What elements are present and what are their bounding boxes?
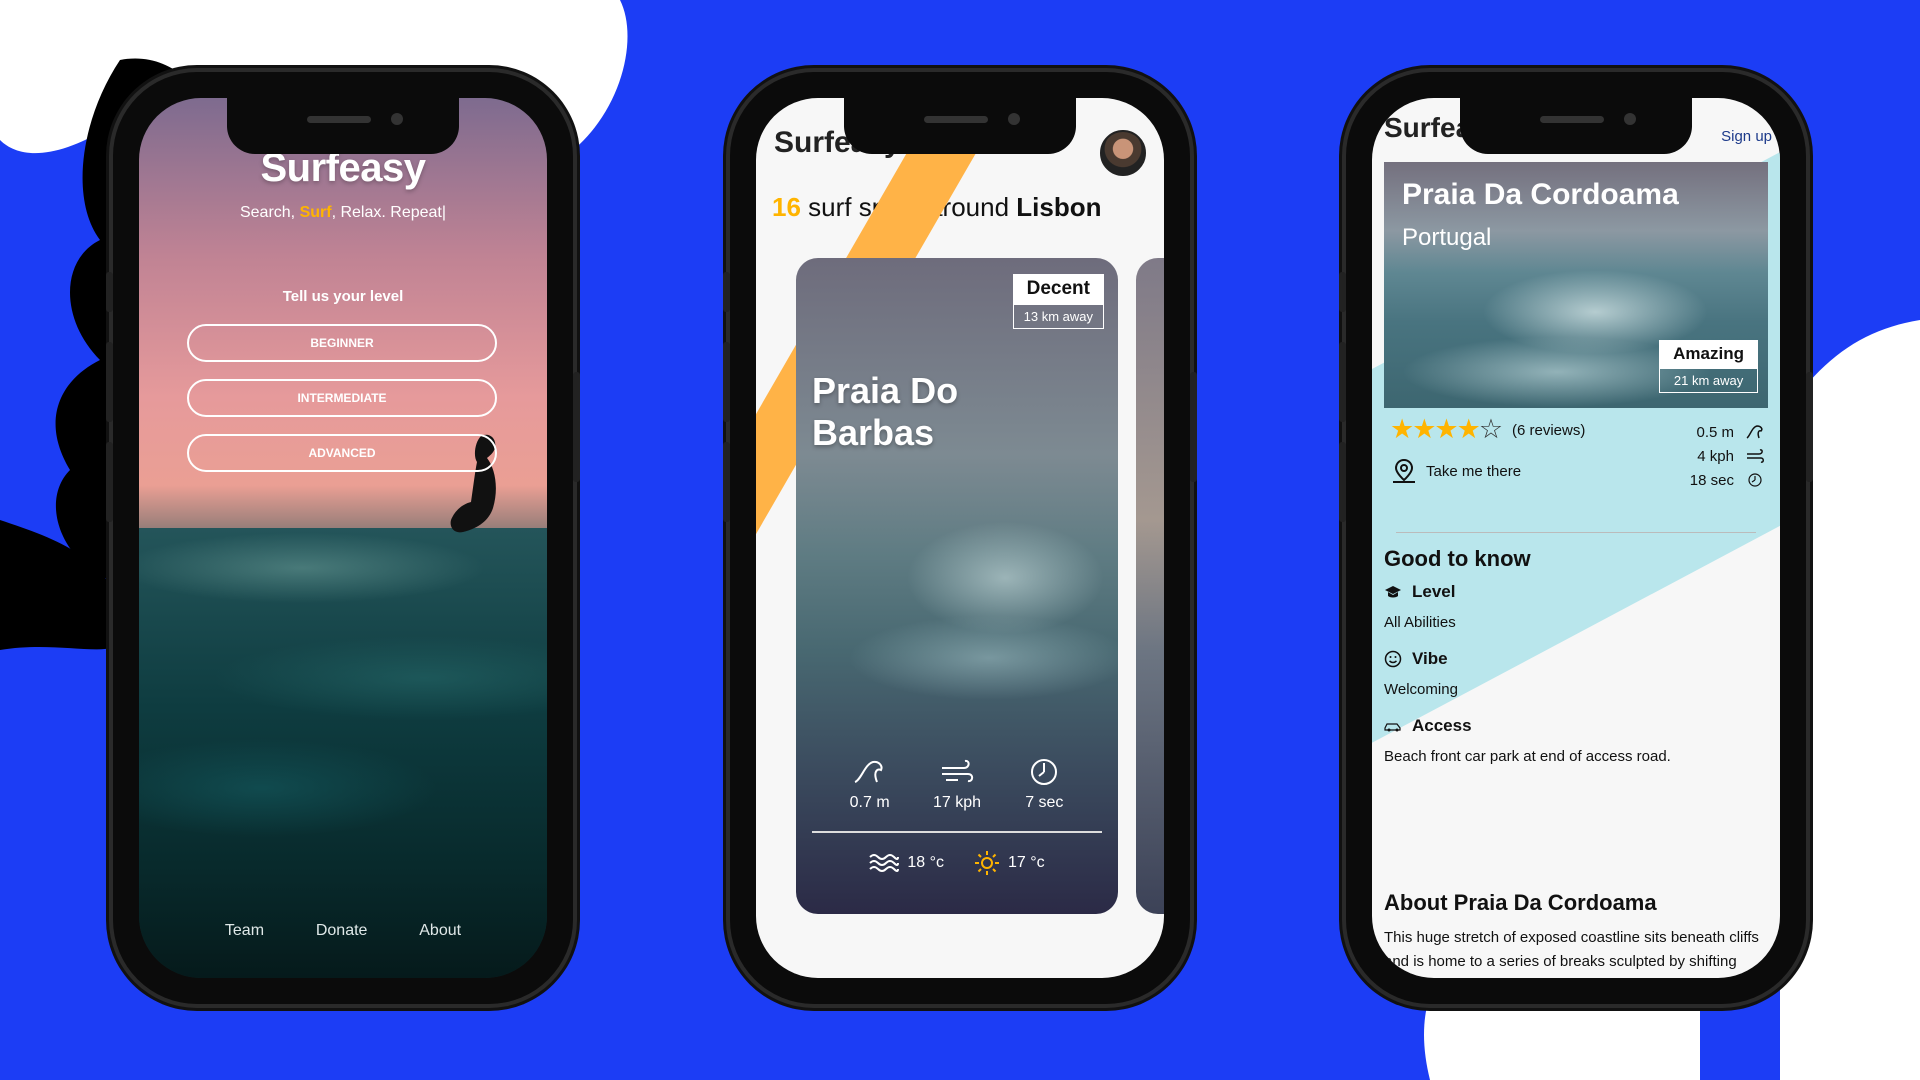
team-link[interactable]: Team: [225, 922, 264, 940]
reviews-count[interactable]: (6 reviews): [1512, 422, 1585, 439]
spot-name: Praia Da Cordoama: [1402, 178, 1679, 211]
water-icon: [869, 854, 900, 872]
tagline-end: , Relax. Repeat|: [331, 204, 447, 221]
distance-label: 21 km away: [1659, 368, 1758, 393]
tagline-start: Search,: [239, 204, 296, 221]
water-temp-value: 18 °c: [907, 854, 944, 871]
surf-metrics: 0.7 m 17 kph 7 sec: [796, 758, 1118, 812]
sun-icon: [975, 851, 999, 875]
spot-list-screen: Surfeasy 16 surf spots around Lisbon Dec…: [756, 98, 1164, 978]
directions-link[interactable]: Take me there: [1392, 458, 1521, 484]
distance-label: 13 km away: [1012, 304, 1104, 329]
wind-metric: 17 kph: [922, 758, 992, 812]
about-heading: About Praia Da Cordoama: [1384, 890, 1657, 915]
level-prompt: Tell us your level: [282, 288, 404, 305]
period-metric: 7 sec: [1009, 758, 1079, 812]
quality-label: Amazing: [1659, 340, 1758, 368]
wave-height-value: 0.7 m: [849, 794, 890, 811]
period-value: 7 sec: [1025, 794, 1064, 811]
tagline: Search, Surf, Relax. Repeat|: [139, 204, 547, 222]
avatar[interactable]: [1100, 130, 1146, 176]
level-row: Level: [1384, 582, 1768, 602]
car-icon: [1384, 723, 1401, 732]
quality-label: Decent: [1012, 274, 1104, 304]
directions-label[interactable]: Take me there: [1426, 463, 1521, 480]
quality-badge: Amazing 21 km away: [1659, 340, 1758, 393]
period-row: 18 sec: [1690, 468, 1764, 492]
wave-height-metric: 0.7 m: [835, 758, 905, 812]
air-temp: 17 °c: [974, 850, 1045, 876]
spot-count: 16: [772, 192, 801, 222]
access-label: Access: [1412, 716, 1472, 735]
intermediate-button[interactable]: INTERMEDIATE: [187, 379, 497, 417]
vibe-row: Vibe: [1384, 649, 1768, 669]
access-row: Access: [1384, 716, 1768, 736]
wind-row: 4 kph: [1690, 444, 1764, 468]
spot-name-line2: Barbas: [812, 412, 935, 453]
section-divider: [1396, 532, 1756, 533]
wave-height-row: 0.5 m: [1690, 420, 1764, 444]
wind-icon: [1747, 449, 1764, 463]
advanced-button[interactable]: ADVANCED: [187, 434, 497, 472]
phone-onboarding: Surfeasy Search, Surf, Relax. Repeat| Te…: [106, 72, 580, 1004]
wave-icon: [1746, 425, 1763, 439]
vibe-label: Vibe: [1412, 649, 1448, 668]
about-section: About Praia Da Cordoama This huge stretc…: [1384, 890, 1768, 978]
next-spot-card[interactable]: [1136, 258, 1164, 914]
location-pin-icon: [1393, 458, 1415, 483]
footer-nav: Team Donate About: [139, 922, 547, 940]
quality-badge: Decent 13 km away: [1012, 274, 1104, 329]
clock-icon: [1031, 759, 1058, 785]
water-temp: 18 °c: [869, 850, 944, 876]
spot-country: Portugal: [1402, 224, 1492, 251]
temperature-row: 18 °c 17 °c: [796, 850, 1118, 876]
onboarding-screen: Surfeasy Search, Surf, Relax. Repeat| Te…: [139, 98, 547, 978]
wind-value: 4 kph: [1697, 447, 1734, 465]
wave-height-value: 0.5 m: [1696, 423, 1734, 441]
conditions: 0.5 m 4 kph 18 sec: [1690, 420, 1764, 492]
about-text: This huge stretch of exposed coastline s…: [1384, 929, 1759, 978]
about-link[interactable]: About: [419, 922, 461, 940]
wind-value: 17 kph: [932, 794, 981, 811]
spot-name-line1: Praia Do: [812, 370, 959, 411]
phone-spot-detail: Surfeasy Sign up Praia Da Cordoama Portu…: [1339, 72, 1813, 1004]
spot-name: Praia Do Barbas: [812, 370, 958, 454]
level-label: Level: [1412, 582, 1456, 601]
tagline-highlight: Surf: [299, 204, 332, 221]
good-to-know-section: Good to know Level All Abilities Vibe We…: [1384, 546, 1768, 783]
phone-notch: [227, 98, 459, 154]
air-temp-value: 17 °c: [1008, 854, 1045, 871]
signup-link[interactable]: Sign up: [1721, 128, 1772, 145]
period-value: 18 sec: [1689, 471, 1734, 489]
spot-detail-screen: Surfeasy Sign up Praia Da Cordoama Portu…: [1372, 98, 1780, 978]
good-to-know-heading: Good to know: [1384, 546, 1531, 571]
vibe-value: Welcoming: [1384, 681, 1458, 698]
card-divider: [812, 831, 1102, 833]
city-name: Lisbon: [1016, 192, 1102, 222]
spot-summary: ★★★★☆ (6 reviews) Take me there 0.5 m 4 …: [1384, 414, 1768, 514]
smiley-icon: [1384, 650, 1402, 668]
phone-notch: [1460, 98, 1692, 154]
beginner-button[interactable]: BEGINNER: [187, 324, 497, 362]
ocean-background: [139, 528, 547, 978]
level-value: All Abilities: [1384, 614, 1456, 631]
access-value: Beach front car park at end of access ro…: [1384, 748, 1671, 765]
donate-link[interactable]: Donate: [316, 922, 368, 940]
clock-icon: [1748, 473, 1762, 487]
spot-hero-image: Praia Da Cordoama Portugal Amazing 21 km…: [1384, 162, 1768, 408]
wind-icon: [941, 759, 974, 783]
star-rating: ★★★★☆: [1390, 414, 1503, 444]
phone-notch: [844, 98, 1076, 154]
spot-card[interactable]: Decent 13 km away Praia Do Barbas 0.7 m …: [796, 258, 1118, 914]
wave-icon: [854, 760, 883, 783]
phone-spot-list: Surfeasy 16 surf spots around Lisbon Dec…: [723, 72, 1197, 1004]
graduation-cap-icon: [1385, 586, 1401, 598]
